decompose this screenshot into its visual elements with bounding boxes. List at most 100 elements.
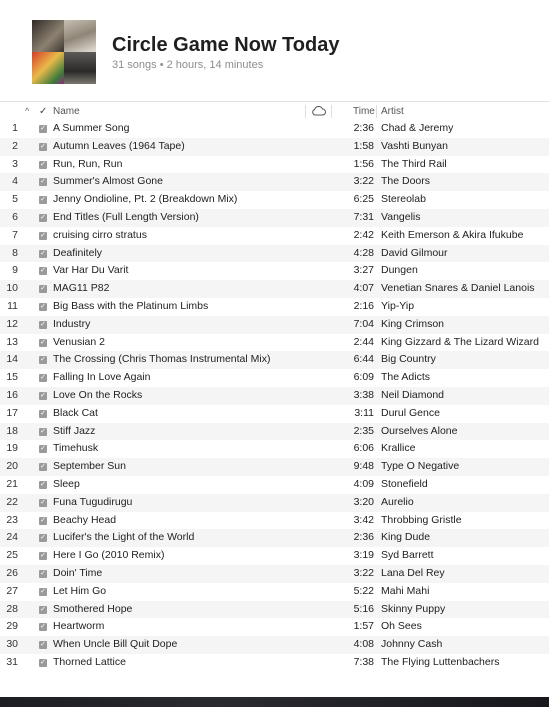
- track-checkbox[interactable]: ✓: [39, 267, 47, 276]
- track-artist[interactable]: Venetian Snares & Daniel Lanois: [381, 280, 535, 298]
- track-checkbox[interactable]: ✓: [39, 320, 47, 329]
- track-checkbox[interactable]: ✓: [39, 605, 47, 614]
- track-checkbox[interactable]: ✓: [39, 285, 47, 294]
- track-checkbox[interactable]: ✓: [39, 552, 47, 561]
- track-checkbox[interactable]: ✓: [39, 125, 47, 133]
- track-artist[interactable]: Neil Diamond: [381, 387, 444, 405]
- track-checkbox[interactable]: ✓: [39, 409, 47, 418]
- track-row[interactable]: 11 ✓ Big Bass with the Platinum Limbs 2:16 Y…: [0, 297, 549, 316]
- track-row[interactable]: 14 ✓ The Crossing (Chris Thomas Instrument…: [0, 351, 549, 370]
- track-artist[interactable]: Johnny Cash: [381, 636, 442, 654]
- track-artist[interactable]: Skinny Puppy: [381, 601, 445, 619]
- track-artist[interactable]: The Third Rail: [381, 156, 447, 174]
- column-divider[interactable]: [331, 105, 332, 118]
- track-checkbox[interactable]: ✓: [39, 196, 47, 205]
- track-row[interactable]: 18 ✓ Stiff Jazz 2:35 Ourselves Alone: [0, 422, 549, 441]
- track-checkbox[interactable]: ✓: [39, 534, 47, 543]
- column-divider[interactable]: [305, 105, 306, 118]
- track-row[interactable]: 9 ✓ Var Har Du Varit 3:27 Dungen: [0, 262, 549, 281]
- track-artist[interactable]: David Gilmour: [381, 245, 448, 263]
- track-row[interactable]: 12 ✓ Industry 7:04 King Crimson: [0, 315, 549, 334]
- playlist-title[interactable]: Circle Game Now Today: [112, 34, 339, 57]
- column-divider[interactable]: [376, 105, 377, 118]
- cloud-icon[interactable]: [311, 105, 326, 119]
- track-row[interactable]: 17 ✓ Black Cat 3:11 Durul Gence: [0, 404, 549, 423]
- track-row[interactable]: 29 ✓ Heartworm 1:57 Oh Sees: [0, 618, 549, 637]
- track-row[interactable]: 21 ✓ Sleep 4:09 Stonefield: [0, 475, 549, 494]
- track-row[interactable]: 15 ✓ Falling In Love Again 6:09 The Adicts: [0, 369, 549, 387]
- playlist-artwork[interactable]: [32, 20, 96, 84]
- track-checkbox[interactable]: ✓: [39, 338, 47, 347]
- track-row[interactable]: 24 ✓ Lucifer's the Light of the World 2:36 K…: [0, 529, 549, 548]
- track-checkbox[interactable]: ✓: [39, 587, 47, 596]
- track-artist[interactable]: The Doors: [381, 173, 430, 191]
- track-artist[interactable]: Keith Emerson & Akira Ifukube: [381, 227, 523, 245]
- track-artist[interactable]: Big Country: [381, 351, 436, 369]
- track-checkbox[interactable]: ✓: [39, 302, 47, 311]
- track-row[interactable]: 25 ✓ Here I Go (2010 Remix) 3:19 Syd Barrett: [0, 547, 549, 565]
- track-artist[interactable]: King Gizzard & The Lizard Wizard: [381, 334, 539, 352]
- track-artist[interactable]: The Adicts: [381, 369, 430, 387]
- track-artist[interactable]: King Dude: [381, 529, 430, 547]
- track-row[interactable]: 19 ✓ Timehusk 6:06 Krallice: [0, 440, 549, 459]
- track-row[interactable]: 4 ✓ Summer's Almost Gone 3:22 The Doors: [0, 173, 549, 192]
- track-artist[interactable]: Type O Negative: [381, 458, 459, 476]
- track-checkbox[interactable]: ✓: [39, 516, 47, 525]
- track-row[interactable]: 20 ✓ September Sun 9:48 Type O Negative: [0, 458, 549, 476]
- track-row[interactable]: 27 ✓ Let Him Go 5:22 Mahi Mahi: [0, 582, 549, 601]
- track-artist[interactable]: Throbbing Gristle: [381, 512, 462, 530]
- track-artist[interactable]: Chad & Jeremy: [381, 120, 453, 138]
- track-artist[interactable]: Stonefield: [381, 476, 428, 494]
- track-artist[interactable]: Stereolab: [381, 191, 426, 209]
- track-row[interactable]: 30 ✓ When Uncle Bill Quit Dope 4:08 Johnny C…: [0, 636, 549, 654]
- track-row[interactable]: 23 ✓ Beachy Head 3:42 Throbbing Gristle: [0, 511, 549, 530]
- track-artist[interactable]: King Crimson: [381, 316, 444, 334]
- track-row[interactable]: 2 ✓ Autumn Leaves (1964 Tape) 1:58 Vashti Bu…: [0, 137, 549, 156]
- track-artist[interactable]: Ourselves Alone: [381, 423, 457, 441]
- track-checkbox[interactable]: ✓: [39, 249, 47, 258]
- track-checkbox[interactable]: ✓: [39, 641, 47, 650]
- track-artist[interactable]: The Flying Luttenbachers: [381, 654, 499, 672]
- track-checkbox[interactable]: ✓: [39, 445, 47, 454]
- track-checkbox[interactable]: ✓: [39, 463, 47, 472]
- track-checkbox[interactable]: ✓: [39, 178, 47, 187]
- track-artist[interactable]: Syd Barrett: [381, 547, 434, 565]
- track-row[interactable]: 16 ✓ Love On the Rocks 3:38 Neil Diamond: [0, 386, 549, 405]
- track-artist[interactable]: Dungen: [381, 262, 418, 280]
- track-checkbox[interactable]: ✓: [39, 427, 47, 436]
- track-row[interactable]: 6 ✓ End Titles (Full Length Version) 7:31 Va…: [0, 208, 549, 227]
- track-artist[interactable]: Lana Del Rey: [381, 565, 445, 583]
- column-header-checked[interactable]: ✓: [39, 106, 47, 117]
- track-artist[interactable]: Aurelio: [381, 494, 414, 512]
- column-header-artist[interactable]: Artist: [381, 106, 404, 117]
- track-checkbox[interactable]: ✓: [39, 391, 47, 400]
- track-row[interactable]: 1 ✓ A Summer Song 2:36 Chad & Jeremy: [0, 120, 549, 138]
- track-row[interactable]: 31 ✓ Thorned Lattice 7:38 The Flying Luttenb…: [0, 653, 549, 672]
- column-header-time[interactable]: Time: [353, 106, 375, 117]
- track-row[interactable]: 22 ✓ Funa Tugudirugu 3:20 Aurelio: [0, 493, 549, 512]
- track-checkbox[interactable]: ✓: [39, 623, 47, 632]
- track-row[interactable]: 13 ✓ Venusian 2 2:44 King Gizzard & The Liza…: [0, 333, 549, 352]
- track-artist[interactable]: Mahi Mahi: [381, 583, 429, 601]
- track-artist[interactable]: Oh Sees: [381, 618, 422, 636]
- track-checkbox[interactable]: ✓: [39, 374, 47, 383]
- track-artist[interactable]: Yip-Yip: [381, 298, 414, 316]
- track-row[interactable]: 28 ✓ Smothered Hope 5:16 Skinny Puppy: [0, 600, 549, 619]
- track-row[interactable]: 10 ✓ MAG11 P82 4:07 Venetian Snares & Daniel…: [0, 280, 549, 298]
- track-checkbox[interactable]: ✓: [39, 569, 47, 578]
- track-artist[interactable]: Krallice: [381, 440, 415, 458]
- track-row[interactable]: 3 ✓ Run, Run, Run 1:56 The Third Rail: [0, 155, 549, 174]
- track-checkbox[interactable]: ✓: [39, 658, 47, 667]
- track-checkbox[interactable]: ✓: [39, 480, 47, 489]
- track-row[interactable]: 5 ✓ Jenny Ondioline, Pt. 2 (Breakdown Mix)…: [0, 191, 549, 209]
- track-row[interactable]: 7 ✓ cruising cirro stratus 2:42 Keith Emerso…: [0, 226, 549, 245]
- track-artist[interactable]: Vangelis: [381, 209, 421, 227]
- track-checkbox[interactable]: ✓: [39, 142, 47, 151]
- column-header-name[interactable]: Name: [53, 106, 80, 117]
- track-checkbox[interactable]: ✓: [39, 498, 47, 507]
- track-artist[interactable]: Vashti Bunyan: [381, 138, 448, 156]
- track-checkbox[interactable]: ✓: [39, 231, 47, 240]
- track-checkbox[interactable]: ✓: [39, 213, 47, 222]
- sort-indicator-icon[interactable]: ^: [25, 106, 29, 116]
- track-checkbox[interactable]: ✓: [39, 160, 47, 169]
